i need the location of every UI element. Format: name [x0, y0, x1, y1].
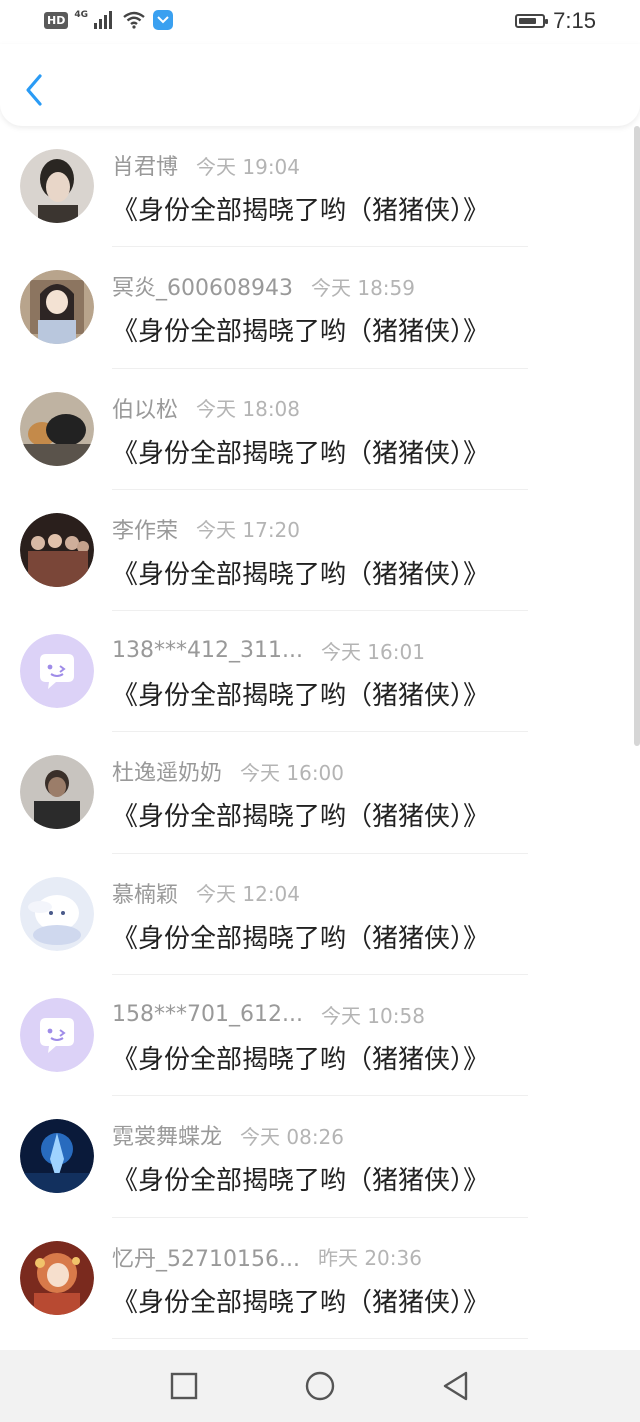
sender-name[interactable]: 肖君博: [112, 149, 178, 181]
row-divider: [112, 1337, 528, 1339]
message-meta: 肖君博 今天 19:04: [112, 149, 301, 181]
sender-name[interactable]: 138***412_311...: [112, 638, 303, 663]
scrollbar[interactable]: [634, 126, 640, 746]
wifi-icon: [123, 11, 145, 29]
message-time: 今天 18:59: [310, 275, 415, 300]
sender-name[interactable]: 李作荣: [112, 513, 178, 545]
message-text[interactable]: 《身份全部揭晓了哟（猪猪侠）》: [112, 1282, 489, 1319]
message-row[interactable]: 忆丹_52710156... 昨天 20:36 《身份全部揭晓了哟（猪猪侠）》: [0, 1218, 640, 1339]
avatar[interactable]: [20, 512, 94, 587]
message-meta: 慕楠颖 今天 12:04: [112, 878, 300, 908]
message-row[interactable]: 杜逸遥奶奶 今天 16:00 《身份全部揭晓了哟（猪猪侠）》: [0, 732, 640, 854]
message-row[interactable]: 李作荣 今天 17:20 《身份全部揭晓了哟（猪猪侠）》: [0, 490, 640, 612]
sender-name[interactable]: 慕楠颖: [112, 877, 178, 909]
message-text[interactable]: 《身份全部揭晓了哟（猪猪侠）》: [112, 1160, 489, 1197]
signal-icon: [94, 11, 112, 29]
sender-name[interactable]: 忆丹_52710156...: [112, 1241, 300, 1273]
message-meta: 伯以松 今天 18:08: [112, 393, 300, 423]
header-bar: [0, 44, 640, 126]
avatar[interactable]: [20, 998, 94, 1073]
message-row[interactable]: 138***412_311... 今天 16:01 《身份全部揭晓了哟（猪猪侠）》: [0, 611, 640, 733]
avatar[interactable]: [20, 755, 94, 830]
network-label: 4G: [74, 10, 88, 20]
message-time: 今天 16:01: [320, 639, 425, 664]
hd-badge: HD: [44, 11, 69, 29]
message-row[interactable]: 伯以松 今天 18:08 《身份全部揭晓了哟（猪猪侠）》: [0, 369, 640, 490]
message-time: 今天 10:58: [320, 1003, 425, 1028]
status-right: 7:15: [515, 8, 596, 34]
sender-name[interactable]: 伯以松: [112, 392, 178, 424]
message-meta: 杜逸遥奶奶 今天 16:00: [112, 755, 345, 787]
message-meta: 霓裳舞蝶龙 今天 08:26: [112, 1119, 345, 1151]
app-notification-icon: [153, 10, 173, 30]
avatar[interactable]: [20, 149, 94, 223]
message-time: 今天 16:00: [240, 760, 345, 785]
message-row[interactable]: 158***701_612... 今天 10:58 《身份全部揭晓了哟（猪猪侠）》: [0, 975, 640, 1097]
message-time: 今天 17:20: [196, 518, 301, 543]
message-time: 今天 12:04: [196, 882, 301, 907]
message-text[interactable]: 《身份全部揭晓了哟（猪猪侠）》: [112, 675, 489, 712]
message-meta: 忆丹_52710156... 昨天 20:36: [112, 1242, 422, 1272]
sender-name[interactable]: 冥炎_600608943: [112, 270, 293, 302]
back-triangle-icon[interactable]: [440, 1370, 472, 1402]
message-time: 昨天 20:36: [317, 1246, 422, 1271]
status-time: 7:15: [553, 8, 596, 33]
message-row[interactable]: 霓裳舞蝶龙 今天 08:26 《身份全部揭晓了哟（猪猪侠）》: [0, 1096, 640, 1218]
message-meta: 冥炎_600608943 今天 18:59: [112, 270, 415, 302]
message-text[interactable]: 《身份全部揭晓了哟（猪猪侠）》: [112, 433, 489, 470]
message-text[interactable]: 《身份全部揭晓了哟（猪猪侠）》: [112, 554, 489, 591]
home-circle-icon[interactable]: [304, 1370, 336, 1402]
sender-name[interactable]: 158***701_612...: [112, 1002, 303, 1027]
message-text[interactable]: 《身份全部揭晓了哟（猪猪侠）》: [112, 796, 489, 833]
recent-apps-square-icon[interactable]: [168, 1370, 200, 1402]
avatar[interactable]: [20, 1240, 94, 1315]
message-meta: 158***701_612... 今天 10:58: [112, 999, 425, 1029]
message-time: 今天 18:08: [196, 397, 301, 422]
battery-icon: [515, 14, 549, 28]
message-time: 今天 19:04: [196, 154, 301, 179]
message-row[interactable]: 冥炎_600608943 今天 18:59 《身份全部揭晓了哟（猪猪侠）》: [0, 247, 640, 369]
avatar[interactable]: [20, 876, 94, 951]
sender-name[interactable]: 杜逸遥奶奶: [112, 755, 222, 787]
message-row[interactable]: 慕楠颖 今天 12:04 《身份全部揭晓了哟（猪猪侠）》: [0, 854, 640, 976]
message-meta: 李作荣 今天 17:20: [112, 514, 300, 544]
message-text[interactable]: 《身份全部揭晓了哟（猪猪侠）》: [112, 1039, 489, 1076]
message-meta: 138***412_311... 今天 16:01: [112, 635, 425, 665]
status-bar: HD 4G 7:15: [0, 0, 640, 44]
avatar[interactable]: [20, 391, 94, 466]
message-text[interactable]: 《身份全部揭晓了哟（猪猪侠）》: [112, 190, 489, 227]
sender-name[interactable]: 霓裳舞蝶龙: [112, 1119, 222, 1151]
avatar[interactable]: [20, 634, 94, 709]
message-time: 今天 08:26: [240, 1124, 345, 1149]
avatar[interactable]: [20, 1119, 94, 1194]
avatar[interactable]: [20, 270, 94, 345]
message-list[interactable]: 肖君博 今天 19:04 《身份全部揭晓了哟（猪猪侠）》 冥炎_600608943 今天…: [0, 126, 640, 1350]
status-left: HD 4G: [44, 9, 174, 31]
system-nav-bar: [0, 1350, 640, 1422]
back-chevron-icon[interactable]: [20, 70, 50, 110]
message-text[interactable]: 《身份全部揭晓了哟（猪猪侠）》: [112, 918, 489, 955]
message-row[interactable]: 肖君博 今天 19:04 《身份全部揭晓了哟（猪猪侠）》: [0, 126, 640, 248]
message-text[interactable]: 《身份全部揭晓了哟（猪猪侠）》: [112, 311, 489, 348]
